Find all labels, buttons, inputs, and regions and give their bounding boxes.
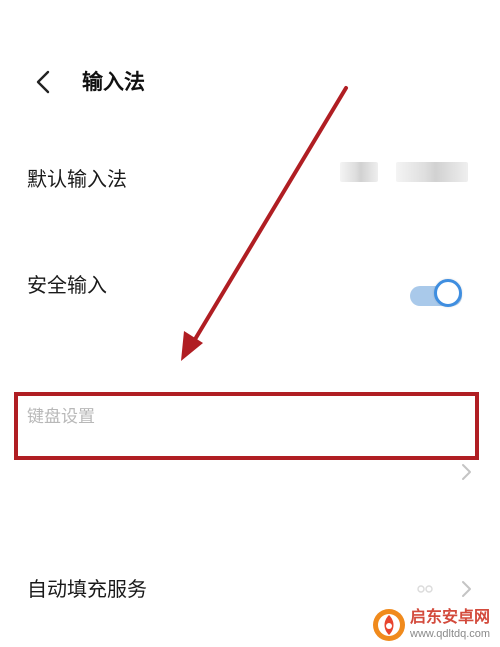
secure-input-label: 安全输入 <box>27 273 107 297</box>
autofill-service-chevron[interactable] <box>456 575 476 603</box>
annotation-highlight-box <box>14 392 479 460</box>
watermark-url: www.qdltdq.com <box>410 628 491 640</box>
autofill-service-label: 自动填充服务 <box>27 577 147 601</box>
chevron-right-icon <box>462 581 471 597</box>
back-button[interactable] <box>26 64 62 100</box>
page-title: 输入法 <box>82 70 145 94</box>
watermark-name: 启东安卓网 <box>410 607 491 626</box>
toggle-knob <box>434 279 462 307</box>
blurred-value <box>340 162 378 182</box>
keyboard-settings-chevron[interactable] <box>456 458 476 486</box>
watermark-logo-icon <box>373 609 405 641</box>
autofill-hint-icon <box>417 585 433 593</box>
watermark: 启东安卓网 www.qdltdq.com <box>372 603 498 645</box>
top-bar: 输入法 <box>0 50 500 114</box>
chevron-right-icon <box>462 464 471 480</box>
secure-input-toggle[interactable] <box>408 278 468 314</box>
default-input-method-label: 默认输入法 <box>27 167 127 191</box>
chevron-left-icon <box>36 70 50 94</box>
blurred-value <box>396 162 468 182</box>
